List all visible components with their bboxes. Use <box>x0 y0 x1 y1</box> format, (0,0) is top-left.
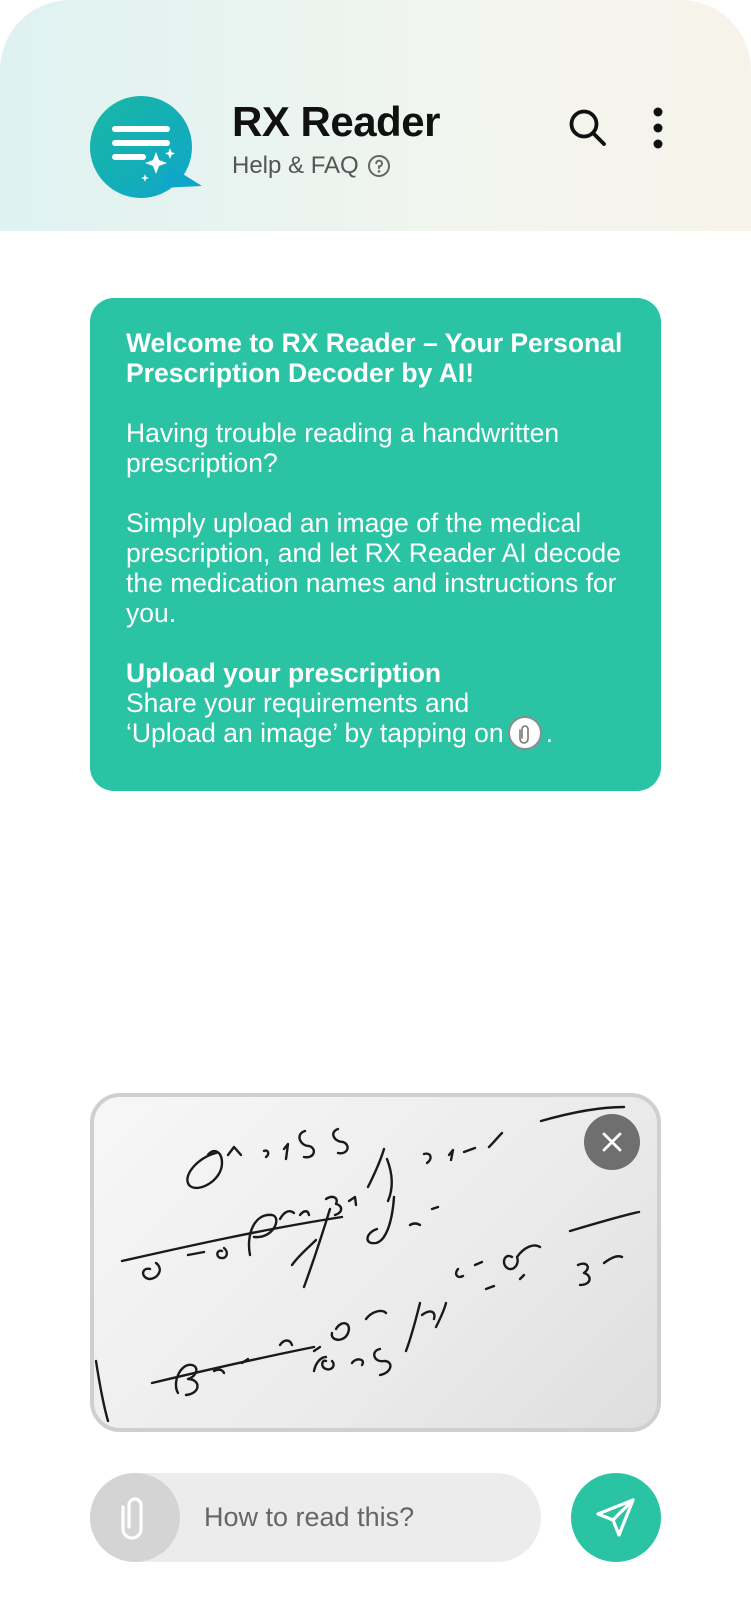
close-icon <box>602 1132 622 1152</box>
inline-paperclip-icon <box>507 716 542 750</box>
upload-line-2: ‘Upload an image’ by tapping on. <box>126 716 627 752</box>
app-title: RX Reader <box>232 98 440 145</box>
rx-reader-logo-icon <box>90 96 202 198</box>
send-icon <box>596 1498 635 1537</box>
send-button[interactable] <box>571 1473 661 1562</box>
more-vertical-icon[interactable] <box>643 106 673 150</box>
upload-line-end: . <box>545 718 554 748</box>
help-faq-link[interactable]: Help & FAQ <box>232 152 391 180</box>
attach-image-button[interactable] <box>90 1473 180 1562</box>
message-composer <box>90 1473 541 1562</box>
app-header: RX Reader Help & FAQ <box>0 0 751 231</box>
upload-line-2-text: ‘Upload an image’ by tapping on <box>126 718 504 748</box>
handwritten-prescription-image <box>94 1105 641 1423</box>
remove-image-button[interactable] <box>584 1114 640 1170</box>
welcome-question: Having trouble reading a handwritten pre… <box>126 418 560 478</box>
search-icon[interactable] <box>566 106 610 150</box>
upload-line-1: Share your requirements and <box>126 688 470 718</box>
welcome-message-card: Welcome to RX Reader – Your Personal Pre… <box>90 298 661 791</box>
help-circle-icon <box>367 155 390 177</box>
paperclip-icon <box>121 1497 143 1540</box>
welcome-instructions: Simply upload an image of the medical pr… <box>126 508 621 628</box>
prescription-image-preview[interactable] <box>90 1093 661 1432</box>
upload-heading: Upload your prescription <box>126 658 442 688</box>
help-faq-label: Help & FAQ <box>232 152 359 179</box>
message-input[interactable] <box>204 1493 524 1541</box>
welcome-heading: Welcome to RX Reader – Your Personal Pre… <box>126 328 623 388</box>
